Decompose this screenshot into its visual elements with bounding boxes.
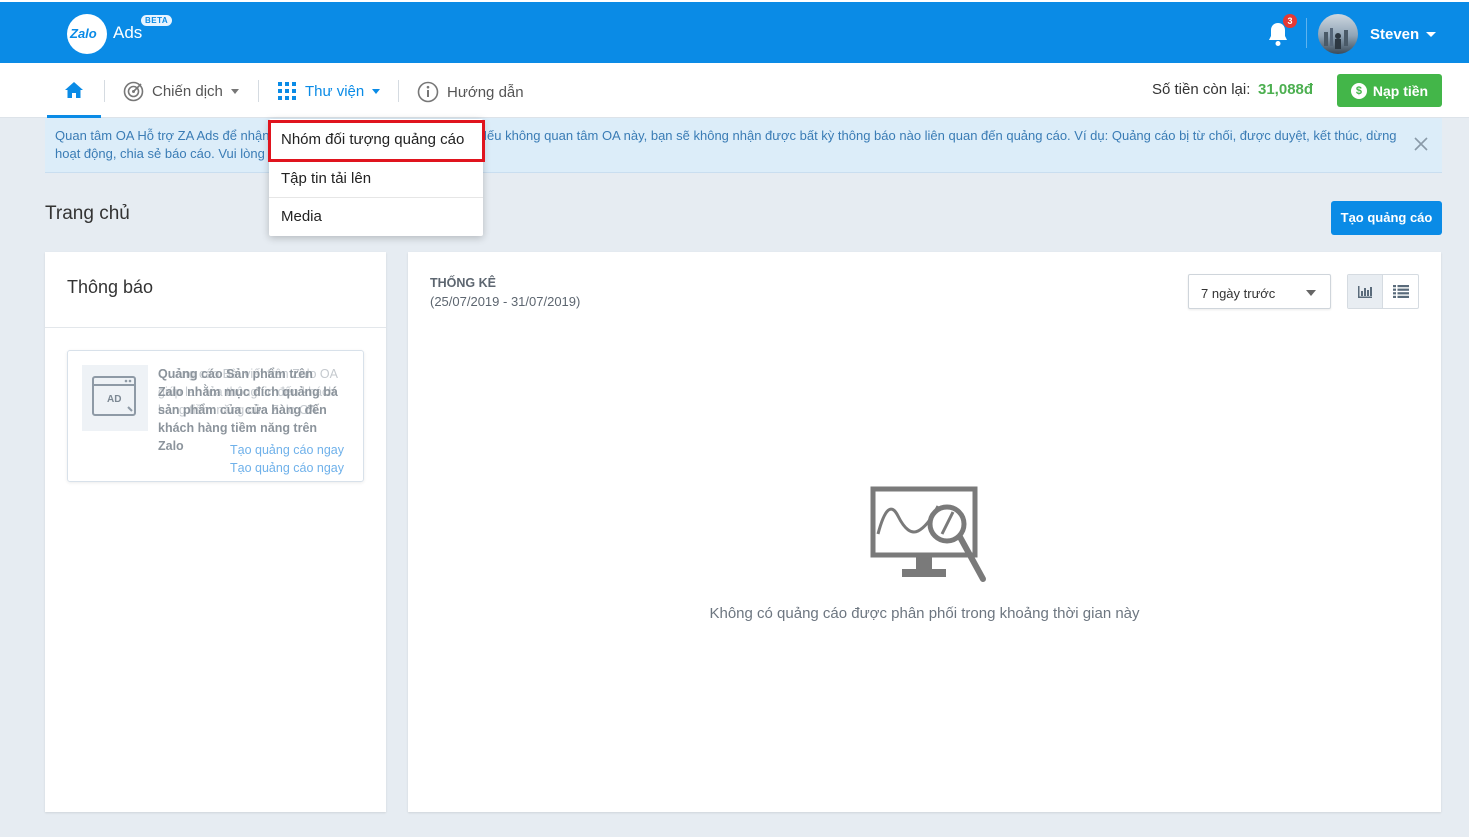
topup-label: Nạp tiền	[1372, 82, 1429, 99]
create-ad-link[interactable]: Tạo quảng cáo ngay	[230, 443, 344, 457]
nav-bar: Chiến dịch Thư viện Hướng dẫn Số tiền cò…	[0, 63, 1469, 118]
nav-divider	[258, 80, 259, 102]
stats-title: THỐNG KÊ	[430, 276, 496, 290]
home-icon	[65, 82, 83, 98]
view-toggle	[1347, 274, 1419, 309]
product-name: Ads	[113, 23, 143, 42]
nav-item-label: Thư viện	[305, 82, 365, 100]
notifications-panel: Thông báo AD Quảng cáo Bài viết trên Zal…	[45, 252, 386, 812]
dollar-icon: $	[1350, 82, 1367, 99]
menu-item-media[interactable]: Media	[269, 197, 483, 235]
nav-home[interactable]	[47, 63, 101, 118]
chevron-down-icon	[230, 89, 239, 94]
info-icon	[417, 81, 439, 103]
highlight-box	[268, 120, 485, 162]
create-ad-link[interactable]: Tạo quảng cáo ngay	[230, 461, 344, 475]
ad-window-icon: AD	[82, 365, 148, 431]
notification-count-badge: 3	[1283, 14, 1297, 28]
top-bar: Zalo Ads BETA 3 Steven	[0, 0, 1469, 63]
grid-icon	[278, 82, 296, 100]
topup-button[interactable]: $ Nạp tiền	[1337, 74, 1442, 107]
notifications-title: Thông báo	[67, 277, 154, 297]
avatar-image	[1324, 28, 1348, 49]
nav-item-label: Chiến dịch	[152, 83, 223, 100]
balance-label: Số tiền còn lại:	[1152, 81, 1251, 98]
target-icon	[123, 81, 144, 102]
header-divider	[1306, 18, 1307, 48]
nav-item-guide[interactable]: Hướng dẫn	[417, 81, 524, 103]
avatar[interactable]	[1318, 14, 1358, 54]
nav-item-label: Hướng dẫn	[447, 83, 524, 101]
nav-divider	[104, 80, 105, 102]
menu-item-uploaded-files[interactable]: Tập tin tải lên	[269, 159, 483, 197]
promo-card: AD Quảng cáo Bài viết trên Zalo OA giúp …	[67, 350, 364, 482]
period-select[interactable]: 7 ngày trước	[1188, 274, 1331, 309]
empty-state-message: Không có quảng cáo được phân phối trong …	[709, 605, 1140, 622]
banner-text: Quan tâm OA Hỗ trợ ZA Ads để nhận thông …	[55, 128, 1397, 161]
bar-chart-icon	[1358, 285, 1372, 298]
monitor-search-icon	[870, 486, 986, 582]
promo-text-front: Quảng cáo Sản phẩm trên Zalo nhằm mục đí…	[158, 367, 338, 453]
stats-date-range: (25/07/2019 - 31/07/2019)	[430, 294, 581, 309]
balance-value: 31,088đ	[1258, 81, 1314, 98]
close-icon[interactable]	[1413, 136, 1429, 152]
panel-divider	[45, 327, 386, 328]
zalo-logo[interactable]: Zalo	[67, 14, 107, 54]
chevron-down-icon[interactable]	[1426, 32, 1436, 37]
info-banner: Quan tâm OA Hỗ trợ ZA Ads để nhận thông …	[45, 118, 1442, 173]
statistics-panel: THỐNG KÊ (25/07/2019 - 31/07/2019) 7 ngà…	[408, 252, 1441, 812]
beta-badge: BETA	[141, 15, 173, 26]
period-value: 7 ngày trước	[1201, 286, 1276, 301]
nav-divider	[398, 80, 399, 102]
logo-text: Zalo	[70, 26, 97, 41]
page-title: Trang chủ	[45, 203, 130, 224]
list-view-button[interactable]	[1383, 275, 1418, 308]
create-ad-button[interactable]: Tạo quảng cáo	[1331, 201, 1442, 235]
chevron-down-icon	[372, 88, 381, 94]
nav-item-campaigns[interactable]: Chiến dịch	[123, 81, 239, 102]
chevron-down-icon	[1306, 290, 1316, 296]
ad-icon-label: AD	[107, 394, 122, 405]
nav-item-library[interactable]: Thư viện	[277, 81, 381, 101]
list-icon	[1392, 285, 1409, 298]
username[interactable]: Steven	[1370, 26, 1419, 43]
chart-view-button[interactable]	[1348, 275, 1384, 308]
